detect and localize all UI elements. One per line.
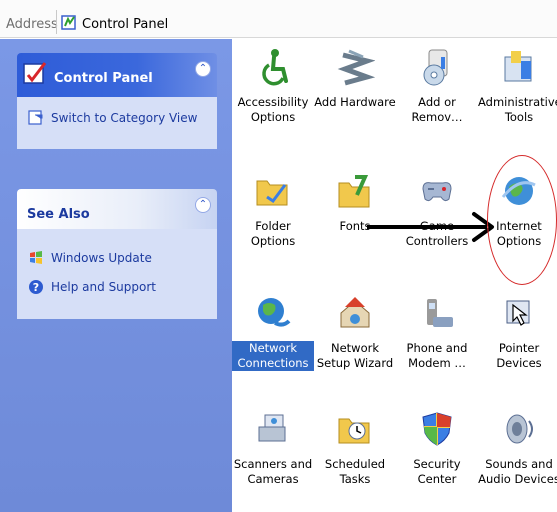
game-controller-icon (422, 182, 452, 202)
item-security-center[interactable]: Security Center (396, 409, 478, 487)
annotation-arrow (367, 225, 487, 229)
scanner-camera-icon (258, 414, 286, 442)
collapse-control-panel-button[interactable]: ⌃ (195, 61, 211, 77)
see-also-title: See Also (27, 207, 90, 222)
item-label: Network Connections (232, 341, 314, 371)
address-divider (56, 10, 57, 34)
help-and-support-label: Help and Support (51, 280, 156, 294)
add-hardware-icon (337, 49, 375, 86)
scheduled-tasks-icon (338, 418, 370, 444)
help-and-support-link[interactable]: ? Help and Support (27, 278, 156, 296)
windows-update-label: Windows Update (51, 251, 152, 265)
item-game-controllers[interactable]: Game Controllers (396, 171, 478, 249)
switch-category-view-link[interactable]: Switch to Category View (27, 109, 197, 127)
address-label: Address (6, 17, 58, 32)
pointer-devices-icon (506, 300, 530, 326)
speaker-icon (506, 414, 533, 444)
collapse-see-also-button[interactable]: ⌃ (195, 197, 211, 213)
address-field[interactable]: Control Panel (82, 17, 168, 32)
address-bar: Address Control Panel (0, 0, 557, 38)
see-also-header[interactable]: See Also ⌃ (17, 189, 217, 229)
windows-update-link[interactable]: Windows Update (27, 249, 152, 267)
item-label: Scheduled Tasks (324, 457, 386, 486)
network-setup-icon (340, 297, 370, 328)
item-label: Security Center (413, 457, 461, 486)
help-icon: ? (29, 280, 43, 294)
folder-options-icon (256, 180, 288, 206)
fonts-folder-icon (338, 175, 370, 208)
security-shield-icon (422, 412, 452, 446)
item-scheduled-tasks[interactable]: Scheduled Tasks (314, 409, 396, 487)
item-folder-options[interactable]: Folder Options (232, 171, 314, 249)
item-network-connections[interactable]: Network Connections (232, 293, 314, 371)
item-label: Scanners and Cameras (233, 457, 313, 486)
control-panel-title: Control Panel (54, 71, 153, 86)
item-label: Game Controllers (405, 219, 469, 248)
see-also-box: See Also ⌃ Windows Update ? Help and Sup… (17, 189, 217, 319)
accessibility-icon (262, 49, 288, 86)
control-panel-box: Control Panel ⌃ Switch to Category View (17, 53, 217, 149)
item-pointer-devices[interactable]: Pointer Devices (478, 293, 557, 371)
control-panel-icon (61, 15, 76, 30)
control-panel-header[interactable]: Control Panel ⌃ (17, 53, 217, 97)
item-administrative-tools[interactable]: Administrative Tools (478, 47, 557, 125)
administrative-tools-icon (504, 51, 532, 82)
item-label: Add or Remov… (411, 95, 463, 124)
windows-update-icon (30, 251, 42, 264)
item-label: Sounds and Audio Devices (478, 457, 557, 486)
switch-category-view-label: Switch to Category View (51, 111, 198, 125)
item-label: Pointer Devices (496, 341, 542, 370)
control-panel-icon (23, 62, 47, 84)
item-label: Phone and Modem … (406, 341, 468, 370)
phone-modem-icon (427, 299, 453, 327)
switch-view-icon (28, 110, 43, 125)
item-label: Administrative Tools (478, 95, 557, 124)
item-phone-and-modem[interactable]: Phone and Modem … (396, 293, 478, 371)
item-label: Add Hardware (314, 95, 396, 109)
add-remove-programs-icon (423, 49, 448, 86)
item-label: Accessibility Options (237, 95, 309, 124)
item-label: Folder Options (250, 219, 296, 248)
item-add-hardware[interactable]: Add Hardware (314, 47, 396, 110)
item-scanners-and-cameras[interactable]: Scanners and Cameras (232, 409, 314, 487)
item-network-setup-wizard[interactable]: Network Setup Wizard (314, 293, 396, 371)
item-add-remove-programs[interactable]: Add or Remov… (396, 47, 478, 125)
svg-text:?: ? (33, 281, 39, 294)
annotation-circle (487, 155, 557, 285)
task-pane: Control Panel ⌃ Switch to Category View … (0, 39, 232, 512)
see-also-links (17, 229, 217, 319)
item-accessibility-options[interactable]: Accessibility Options (232, 47, 314, 125)
network-connections-icon (258, 298, 291, 327)
item-label: Network Setup Wizard (316, 341, 394, 370)
item-sounds-and-audio-devices[interactable]: Sounds and Audio Devices (478, 409, 557, 487)
